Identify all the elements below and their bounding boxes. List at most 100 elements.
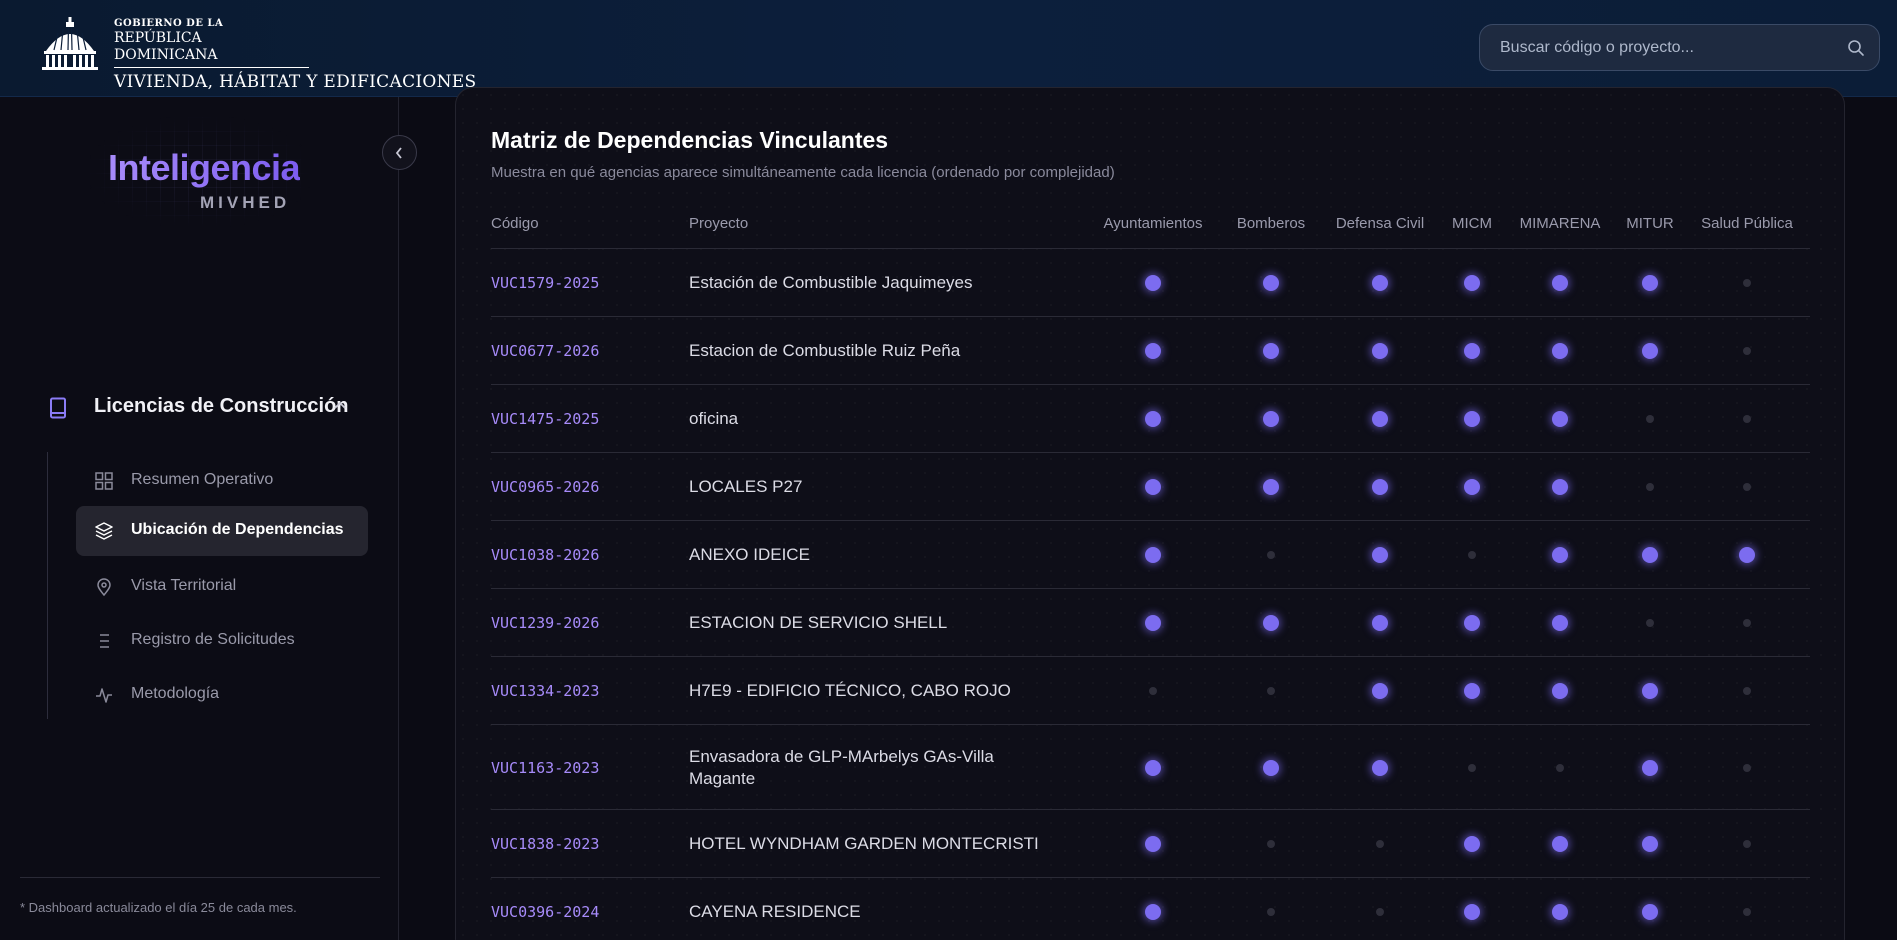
license-code[interactable]: VUC1579-2025 xyxy=(491,274,599,292)
sidebar-item-ubicacion-dependencias[interactable]: Ubicación de Dependencias xyxy=(76,506,368,556)
sidebar-item-label: Registro de Solicitudes xyxy=(131,631,295,648)
agency-present-dot xyxy=(1263,759,1279,776)
agency-absent-dot xyxy=(1267,551,1275,559)
government-wordmark: GOBIERNO DE LA REPÚBLICA DOMINICANA VIVI… xyxy=(114,18,476,92)
collapse-sidebar-button[interactable] xyxy=(382,135,417,170)
agency-present-dot xyxy=(1372,683,1388,699)
license-code[interactable]: VUC1239-2026 xyxy=(491,614,599,632)
agency-present-dot xyxy=(1552,275,1568,291)
project-name: ANEXO IDEICE xyxy=(689,545,810,564)
table-row[interactable]: VUC0396-2024 CAYENA RESIDENCE xyxy=(491,878,1810,940)
matrix-rows: VUC1579-2025 Estación de Combustible Jaqu… xyxy=(491,249,1810,940)
agency-present-dot xyxy=(1642,904,1658,920)
agency-absent-dot xyxy=(1149,687,1157,695)
header-proyecto: Proyecto xyxy=(689,215,749,232)
table-row[interactable]: VUC1838-2023 HOTEL WYNDHAM GARDEN MONTECR… xyxy=(491,810,1810,878)
chevron-left-icon xyxy=(395,147,402,159)
header-codigo: Código xyxy=(491,215,539,232)
agency-present-dot xyxy=(1263,275,1279,291)
main-content: Matriz de Dependencias Vinculantes Muest… xyxy=(400,87,1897,940)
agency-present-dot xyxy=(1642,759,1658,776)
agency-present-dot xyxy=(1464,904,1480,920)
agency-present-dot xyxy=(1464,683,1480,699)
license-code[interactable]: VUC0396-2024 xyxy=(491,903,599,921)
license-code[interactable]: VUC1334-2023 xyxy=(491,682,599,700)
agency-absent-dot xyxy=(1267,687,1275,695)
agency-present-dot xyxy=(1642,547,1658,563)
layers-icon xyxy=(95,522,113,540)
search-box[interactable] xyxy=(1479,24,1880,71)
table-row[interactable]: VUC1038-2026 ANEXO IDEICE xyxy=(491,521,1810,589)
license-code[interactable]: VUC1038-2026 xyxy=(491,546,599,564)
sidebar-divider xyxy=(20,877,380,878)
agency-present-dot xyxy=(1372,759,1388,776)
table-row[interactable]: VUC1579-2025 Estación de Combustible Jaqu… xyxy=(491,249,1810,317)
grid-icon xyxy=(95,472,113,490)
agency-present-dot xyxy=(1642,343,1658,359)
ministry-name: VIVIENDA, HÁBITAT Y EDIFICACIONES xyxy=(114,72,477,92)
agency-absent-dot xyxy=(1743,415,1751,423)
agency-absent-dot xyxy=(1556,763,1564,772)
agency-present-dot xyxy=(1464,836,1480,852)
sidebar-item-resumen-operativo[interactable]: Resumen Operativo xyxy=(76,456,368,506)
agency-present-dot xyxy=(1145,547,1161,563)
project-name: Estacion de Combustible Ruiz Peña xyxy=(689,341,961,360)
license-code[interactable]: VUC1163-2023 xyxy=(491,759,599,777)
agency-present-dot xyxy=(1372,479,1388,495)
agency-present-dot xyxy=(1372,411,1388,427)
search-icon[interactable] xyxy=(1847,39,1865,57)
agency-absent-dot xyxy=(1468,763,1476,772)
agency-present-dot xyxy=(1145,615,1161,631)
table-row[interactable]: VUC1334-2023 H7E9 - EDIFICIO TÉCNICO, CAB… xyxy=(491,657,1810,725)
license-code[interactable]: VUC1838-2023 xyxy=(491,835,599,853)
license-code[interactable]: VUC0965-2026 xyxy=(491,478,599,496)
agency-absent-dot xyxy=(1743,840,1751,848)
agency-absent-dot xyxy=(1646,619,1654,627)
agency-present-dot xyxy=(1552,343,1568,359)
agency-present-dot xyxy=(1372,615,1388,631)
agency-absent-dot xyxy=(1743,687,1751,695)
section-licencias[interactable]: Licencias de Construcción xyxy=(48,395,368,419)
agency-present-dot xyxy=(1642,275,1658,291)
sidebar-item-label: Ubicación de Dependencias xyxy=(131,521,344,538)
agency-present-dot xyxy=(1552,683,1568,699)
agency-present-dot xyxy=(1464,615,1480,631)
sidebar-item-vista-territorial[interactable]: Vista Territorial xyxy=(76,562,368,612)
agency-absent-dot xyxy=(1743,619,1751,627)
agency-present-dot xyxy=(1372,547,1388,563)
matrix-title: Matriz de Dependencias Vinculantes xyxy=(491,127,889,153)
search-input[interactable] xyxy=(1500,25,1840,70)
project-name: H7E9 - EDIFICIO TÉCNICO, CABO ROJO xyxy=(689,681,1011,700)
sidebar: Inteligencia MIVHED Licencias de Constru… xyxy=(0,97,399,940)
agency-present-dot xyxy=(1642,683,1658,699)
license-code[interactable]: VUC1475-2025 xyxy=(491,410,599,428)
agency-present-dot xyxy=(1372,275,1388,291)
sidebar-item-metodologia[interactable]: Metodología xyxy=(76,670,368,720)
header-agency: MIMARENA xyxy=(1519,215,1601,232)
agency-present-dot xyxy=(1552,904,1568,920)
agency-absent-dot xyxy=(1267,908,1275,916)
government-dome-logo xyxy=(42,17,98,70)
agency-present-dot xyxy=(1464,343,1480,359)
license-code[interactable]: VUC0677-2026 xyxy=(491,342,599,360)
brand-title: Inteligencia xyxy=(108,147,301,188)
list-icon xyxy=(100,634,109,648)
agency-absent-dot xyxy=(1743,347,1751,355)
table-row[interactable]: VUC0677-2026 Estacion de Combustible Ruiz… xyxy=(491,317,1810,385)
table-row[interactable]: VUC0965-2026 LOCALES P27 xyxy=(491,453,1810,521)
agency-present-dot xyxy=(1145,836,1161,852)
agency-absent-dot xyxy=(1376,908,1384,916)
table-row[interactable]: VUC1475-2025 oficina xyxy=(491,385,1810,453)
agency-present-dot xyxy=(1552,547,1568,563)
agency-present-dot xyxy=(1145,759,1161,776)
project-name: HOTEL WYNDHAM GARDEN MONTECRISTI xyxy=(689,834,1039,853)
agency-present-dot xyxy=(1145,275,1161,291)
book-icon xyxy=(50,397,66,419)
agency-present-dot xyxy=(1552,836,1568,852)
chevron-up-icon[interactable] xyxy=(333,401,347,410)
table-row[interactable]: VUC1163-2023 Envasadora de GLP-MArbelys G… xyxy=(491,725,1810,810)
activity-icon xyxy=(96,688,112,703)
sidebar-item-registro-solicitudes[interactable]: Registro de Solicitudes xyxy=(76,616,368,666)
project-name: LOCALES P27 xyxy=(689,477,803,496)
table-row[interactable]: VUC1239-2026 ESTACION DE SERVICIO SHELL xyxy=(491,589,1810,657)
